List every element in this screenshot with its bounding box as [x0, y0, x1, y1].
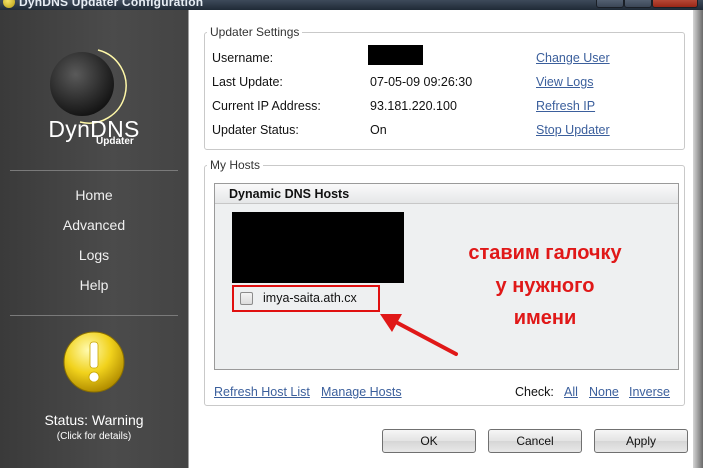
- host-name[interactable]: imya-saita.ath.cx: [263, 291, 357, 305]
- last-update-value: 07-05-09 09:26:30: [370, 75, 473, 89]
- host-row[interactable]: imya-saita.ath.cx: [232, 285, 380, 312]
- sidebar-divider: [10, 315, 178, 316]
- warning-icon[interactable]: [62, 330, 126, 394]
- hosts-list-title: Dynamic DNS Hosts: [229, 187, 350, 201]
- sidebar-item-advanced[interactable]: Advanced: [0, 217, 188, 233]
- app-icon: [3, 0, 15, 8]
- close-button[interactable]: [652, 0, 698, 8]
- updater-status-value: On: [370, 123, 387, 137]
- maximize-button[interactable]: [624, 0, 652, 8]
- title-bar: DynDNS Updater Configuration: [0, 0, 703, 10]
- change-user-link[interactable]: Change User: [536, 51, 610, 65]
- check-label: Check:: [515, 385, 554, 399]
- annotation-line-2: у нужного: [495, 275, 595, 297]
- check-none-link[interactable]: None: [589, 385, 619, 399]
- refresh-ip-link[interactable]: Refresh IP: [536, 99, 595, 113]
- refresh-host-list-link[interactable]: Refresh Host List: [214, 385, 310, 399]
- username-label: Username:: [212, 51, 274, 65]
- window-title: DynDNS Updater Configuration: [19, 0, 204, 9]
- status-hint[interactable]: (Click for details): [0, 431, 188, 442]
- ok-button[interactable]: OK: [382, 429, 476, 453]
- username-redacted: [368, 45, 423, 65]
- window-frame: [693, 10, 703, 468]
- check-inverse-link[interactable]: Inverse: [629, 385, 670, 399]
- status-text[interactable]: Status: Warning: [0, 412, 188, 428]
- updater-status-label: Updater Status:: [212, 123, 299, 137]
- check-all-link[interactable]: All: [564, 385, 578, 399]
- current-ip-label: Current IP Address:: [212, 99, 321, 113]
- annotation-line-3: имени: [513, 307, 577, 329]
- view-logs-link[interactable]: View Logs: [536, 75, 593, 89]
- stop-updater-link[interactable]: Stop Updater: [536, 123, 610, 137]
- brand-name: DynDNS: [48, 116, 140, 142]
- sidebar-item-help[interactable]: Help: [0, 277, 188, 293]
- minimize-button[interactable]: [596, 0, 624, 8]
- hosts-redacted: [232, 212, 404, 283]
- sidebar: DynDNS Updater Home Advanced Logs Help S…: [0, 10, 188, 468]
- sidebar-item-home[interactable]: Home: [0, 187, 188, 203]
- cancel-button[interactable]: Cancel: [488, 429, 582, 453]
- my-hosts-legend: My Hosts: [210, 158, 261, 172]
- last-update-label: Last Update:: [212, 75, 283, 89]
- brand-subtitle: Updater: [96, 136, 134, 147]
- sidebar-divider: [10, 170, 178, 171]
- hosts-list-header: Dynamic DNS Hosts: [215, 184, 678, 204]
- apply-button[interactable]: Apply: [594, 429, 688, 453]
- annotation-line-1: ставим галочку: [468, 242, 622, 264]
- sidebar-item-logs[interactable]: Logs: [0, 247, 188, 263]
- manage-hosts-link[interactable]: Manage Hosts: [321, 385, 402, 399]
- updater-settings-legend: Updater Settings: [210, 25, 300, 39]
- current-ip-value: 93.181.220.100: [370, 99, 457, 113]
- host-checkbox[interactable]: [240, 292, 253, 305]
- annotation-arrow-icon: [380, 314, 458, 356]
